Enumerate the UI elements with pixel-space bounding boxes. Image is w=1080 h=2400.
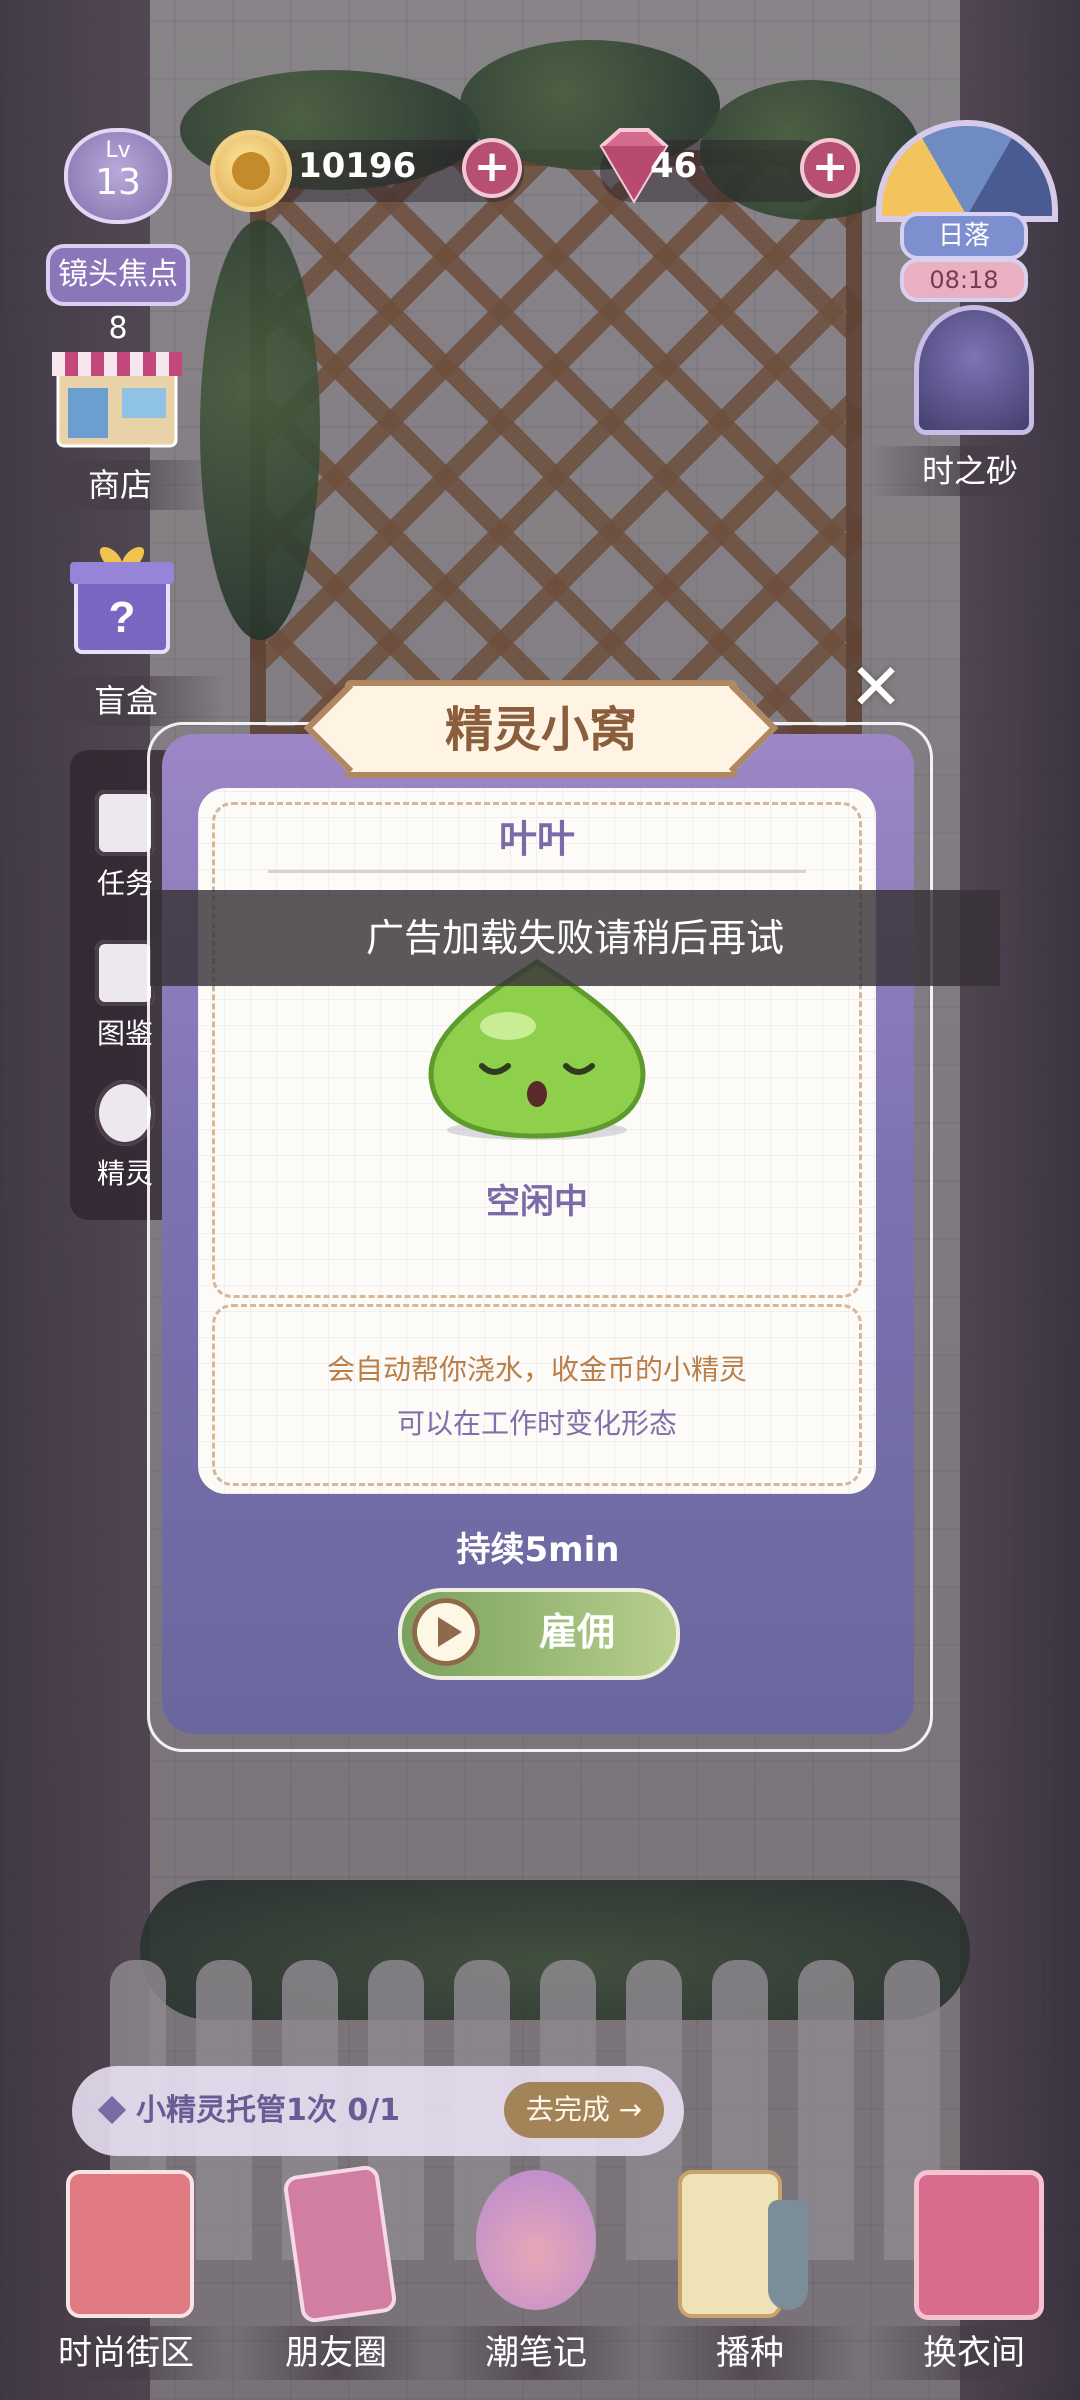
tab-atlas-label: 图鉴 [96,1017,153,1050]
play-video-icon [412,1598,480,1666]
diamond-bullet-icon [97,2095,127,2125]
notebook-icon [476,2170,596,2310]
sprite-description-line1: 会自动帮你浇水，收金币的小精灵 [326,1353,747,1386]
go-complete-button[interactable]: 去完成 → [504,2082,664,2138]
gem-count: 46 [650,146,698,186]
nav-fashion-street[interactable]: 时尚街区 [16,2160,236,2380]
card-lower-border [212,1304,862,1486]
nav-sow[interactable]: 播种 [640,2160,860,2380]
hourglass-label: 时之砂 [870,446,1070,496]
level-number: 13 [95,162,141,203]
phone-icon [282,2164,398,2324]
blind-box-label: 盲盒 [26,676,226,726]
nav-wardrobe[interactable]: 换衣间 [864,2160,1080,2380]
error-toast: 广告加载失败请稍后再试 [150,890,1000,986]
nav-label: 播种 [640,2326,860,2380]
sprite-status: 空闲中 [486,1182,588,1222]
wardrobe-icon [914,2170,1044,2320]
close-button[interactable]: ✕ [846,656,906,720]
focus-chip[interactable]: 镜头焦点8 [46,244,190,346]
sprite-name: 叶叶 [498,817,575,861]
coin-icon [210,130,292,212]
clipboard-check-icon [95,790,155,856]
tab-task-label: 任务 [96,867,153,900]
svg-text:?: ? [109,593,136,642]
level-badge[interactable]: Lv 13 [58,128,178,228]
sprite-description-line2: 可以在工作时变化形态 [396,1407,677,1440]
shop-label: 商店 [20,460,220,510]
hire-button-label: 雇佣 [538,1610,615,1654]
level-prefix: Lv [105,138,131,163]
hire-duration: 持续5min [456,1530,620,1570]
quest-bar[interactable]: 小精灵托管1次 0/1 去完成 → [72,2066,684,2156]
coin-count: 10196 [298,146,417,186]
hourglass-globe-icon[interactable] [914,305,1034,435]
time-phase: 日落 [900,212,1028,260]
seed-packet-icon [678,2170,782,2318]
game-clock: 08:18 [900,258,1028,302]
quest-text: 小精灵托管1次 0/1 [136,2093,401,2128]
add-gems-button[interactable]: + [804,142,856,194]
shovel-icon [768,2200,808,2310]
sprite-face-icon [95,1080,155,1146]
modal-title: 精灵小窝 [444,702,637,758]
divider [268,870,806,873]
nav-trend-notes[interactable]: 潮笔记 [426,2160,646,2380]
dress-card-icon [66,2170,194,2318]
add-coins-button[interactable]: + [466,142,518,194]
nav-label: 潮笔记 [426,2326,646,2380]
nav-label: 朋友圈 [226,2326,446,2380]
blind-box-icon[interactable]: ? [70,540,174,656]
shop-icon[interactable] [52,340,182,450]
nav-label: 换衣间 [864,2326,1080,2380]
atlas-book-icon [95,940,155,1006]
tab-sprite-label: 精灵 [96,1157,153,1190]
nav-label: 时尚街区 [16,2326,236,2380]
hire-button[interactable]: 雇佣 [398,1588,680,1680]
nav-moments[interactable]: 朋友圈 [226,2160,446,2380]
